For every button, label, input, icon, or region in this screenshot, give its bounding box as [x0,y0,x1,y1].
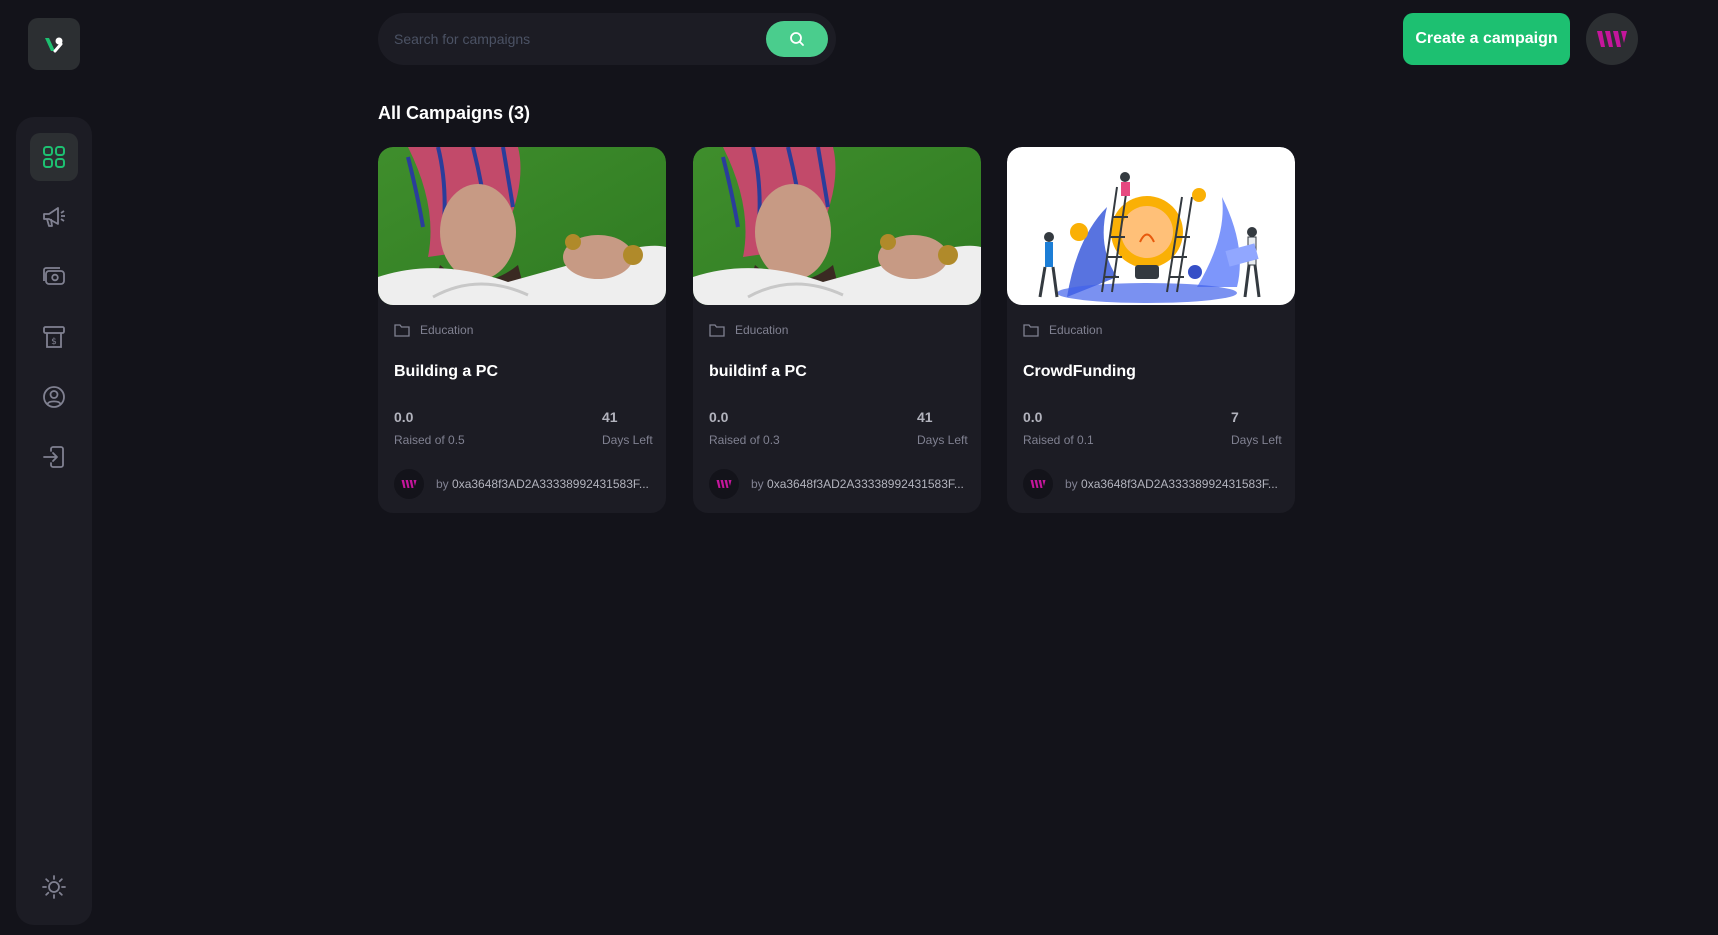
campaign-title: buildinf a PC [709,363,807,380]
w-logo-icon [716,480,732,488]
profile-icon [43,386,65,408]
payment-icon [43,267,65,285]
owner-byline: by 0xa3648f3AD2A33338992431583F... [751,477,964,491]
create-campaign-button[interactable]: Create a campaign [1403,13,1570,65]
theme-toggle[interactable] [30,863,78,911]
w-logo-icon [401,480,417,488]
days-left-value: 41 [602,409,618,425]
amount-raised: 0.0 [709,409,729,425]
category-label: Education [735,323,789,337]
days-left-label: Days Left [917,433,968,447]
owner-avatar [709,469,739,499]
folder-icon [394,324,410,337]
campaign-image [693,147,981,305]
sidebar-item-profile[interactable] [30,373,78,421]
category-label: Education [420,323,474,337]
search-bar [378,13,836,65]
page-title: All Campaigns (3) [378,103,531,123]
logout-icon [43,446,64,468]
category-label: Education [1049,323,1103,337]
sidebar-item-campaign[interactable] [30,193,78,241]
sidebar-item-logout[interactable] [30,433,78,481]
campaign-title: Building a PC [394,363,498,380]
sidebar-item-payment[interactable] [30,253,78,301]
brand-logo[interactable] [28,18,80,70]
days-left-label: Days Left [1231,433,1282,447]
w-logo-icon [1597,31,1627,47]
search-button[interactable] [766,21,828,57]
brand-logo-icon [45,37,63,53]
campaign-category: Education [709,323,788,337]
raised-label: Raised of 0.1 [1023,433,1094,447]
sidebar: $ [16,117,92,925]
amount-raised: 0.0 [394,409,414,425]
sidebar-item-dashboard[interactable] [30,133,78,181]
search-input[interactable] [394,13,734,65]
campaign-owner: by 0xa3648f3AD2A33338992431583F... [709,469,964,499]
campaign-card[interactable]: Education CrowdFunding 0.0 Raised of 0.1… [1007,147,1295,513]
raised-label: Raised of 0.3 [709,433,780,447]
days-left-label: Days Left [602,433,653,447]
megaphone-icon [43,207,65,227]
sun-icon [42,875,66,899]
campaign-card[interactable]: Education buildinf a PC 0.0 Raised of 0.… [693,147,981,513]
campaign-title: CrowdFunding [1023,363,1136,380]
search-icon [790,32,804,46]
days-left-value: 41 [917,409,933,425]
owner-avatar [1023,469,1053,499]
folder-icon [1023,324,1039,337]
campaign-owner: by 0xa3648f3AD2A33338992431583F... [394,469,649,499]
days-left-value: 7 [1231,409,1239,425]
svg-text:$: $ [51,337,57,347]
owner-address: 0xa3648f3AD2A33338992431583F... [452,477,649,491]
owner-byline: by 0xa3648f3AD2A33338992431583F... [1065,477,1278,491]
campaign-image [1007,147,1295,305]
campaign-category: Education [394,323,473,337]
campaign-card[interactable]: Education Building a PC 0.0 Raised of 0.… [378,147,666,513]
campaign-category: Education [1023,323,1102,337]
profile-avatar[interactable] [1586,13,1638,65]
dashboard-icon [43,146,65,168]
amount-raised: 0.0 [1023,409,1043,425]
owner-avatar [394,469,424,499]
owner-address: 0xa3648f3AD2A33338992431583F... [767,477,964,491]
folder-icon [709,324,725,337]
raised-label: Raised of 0.5 [394,433,465,447]
owner-address: 0xa3648f3AD2A33338992431583F... [1081,477,1278,491]
campaign-image [378,147,666,305]
sidebar-item-withdraw[interactable]: $ [30,313,78,361]
owner-byline: by 0xa3648f3AD2A33338992431583F... [436,477,649,491]
withdraw-icon: $ [43,326,65,348]
w-logo-icon [1030,480,1046,488]
campaign-owner: by 0xa3648f3AD2A33338992431583F... [1023,469,1278,499]
